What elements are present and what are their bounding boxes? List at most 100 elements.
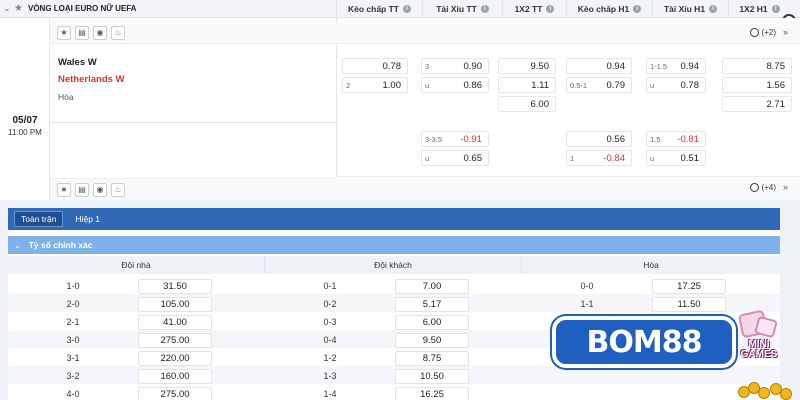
eye-icon[interactable]: ◉	[93, 25, 107, 40]
col-handicap-h1: Kèo chấp H1 i	[566, 0, 652, 18]
double-chevron-icon: »	[782, 182, 788, 192]
odds-cell[interactable]: 1-1.5 0.94	[646, 58, 706, 74]
fire-icon[interactable]: ♨	[111, 25, 125, 40]
odds-cell[interactable]: 1.56	[722, 77, 792, 93]
odds-cell[interactable]: 2.71	[722, 96, 792, 112]
collapse-chevron-icon[interactable]: ⌄	[0, 4, 14, 13]
info-icon[interactable]: i	[771, 4, 780, 13]
odds-cell[interactable]: 6.00	[498, 96, 556, 112]
odds-cell[interactable]: u 0.86	[421, 77, 489, 93]
section-header[interactable]: ⌄ Tỷ số chính xác	[8, 236, 780, 254]
mini-games-label: MINI GAMES	[740, 339, 778, 360]
info-icon[interactable]: i	[403, 4, 411, 13]
score-row: 3-0 275.00	[8, 331, 212, 349]
score-row: 0-2 5.17	[265, 295, 469, 313]
odds-cell[interactable]: u 0.78	[646, 77, 706, 93]
odds-cell[interactable]: 9.50	[498, 58, 556, 74]
score-odds-cell[interactable]: 7.00	[395, 278, 469, 294]
col-1x2-h1: 1X2 H1 i	[728, 0, 790, 18]
score-label: 2-1	[66, 317, 80, 327]
score-row: 0-1 7.00	[265, 277, 469, 295]
double-chevron-icon: »	[782, 27, 788, 37]
soccer-ball-icon	[749, 182, 759, 192]
score-odds-cell[interactable]: 6.00	[395, 314, 469, 330]
period-tabs: Toàn trận Hiệp 1	[8, 208, 780, 230]
more-markets-bottom: (+4)»	[336, 176, 800, 200]
score-label: 0-0	[580, 281, 594, 291]
col-draw-header: Hòa	[522, 256, 780, 274]
stats-icon[interactable]: ▤	[75, 25, 89, 40]
odds-cell[interactable]: 0.78	[342, 58, 408, 74]
col-1x2-ft: 1X2 TT i	[502, 0, 566, 18]
score-odds-cell[interactable]: 275.00	[138, 386, 212, 400]
tab-full-match[interactable]: Toàn trận	[14, 211, 64, 227]
score-odds-cell[interactable]: 160.00	[138, 368, 212, 384]
fire-icon[interactable]: ♨	[111, 182, 125, 197]
score-row: 0-4 9.50	[265, 331, 469, 349]
odds-cell[interactable]: 2 1.00	[342, 77, 408, 93]
score-odds-cell[interactable]: 17.25	[652, 278, 726, 294]
score-odds-cell[interactable]: 16.25	[395, 386, 469, 400]
score-row: 1-0 31.50	[8, 277, 212, 295]
star-icon[interactable]: ★	[57, 25, 71, 40]
away-team[interactable]: Netherlands W	[58, 74, 125, 85]
score-odds-cell[interactable]: 41.00	[138, 314, 212, 330]
score-row: 4-0 275.00	[8, 385, 212, 400]
odds-cell[interactable]: 1.5 -0.81	[646, 131, 706, 147]
more-markets-button[interactable]: (+2)»	[749, 27, 788, 37]
more-markets-button[interactable]: (+4)»	[749, 182, 788, 192]
score-label: 2-0	[66, 299, 80, 309]
score-label: 3-2	[66, 371, 80, 381]
info-icon[interactable]: i	[546, 4, 555, 13]
soccer-ball-icon	[749, 27, 759, 37]
score-odds-cell[interactable]: 105.00	[138, 296, 212, 312]
odds-cell[interactable]: u 0.51	[646, 150, 706, 166]
col-overunder-h1: Tài Xỉu H1 i	[652, 0, 728, 18]
odds-cell[interactable]: 0.56	[566, 131, 632, 147]
eye-icon[interactable]: ◉	[93, 182, 107, 197]
odds-cell[interactable]: 3 0.90	[421, 58, 489, 74]
bom88-logo: BOM88	[552, 316, 736, 368]
score-row: 1-1 11.50	[522, 295, 726, 313]
score-odds-cell[interactable]: 275.00	[138, 332, 212, 348]
info-icon[interactable]: i	[480, 4, 489, 13]
odds-cell[interactable]: 8.75	[722, 58, 792, 74]
draw-label: Hòa	[58, 92, 74, 102]
favorite-star-icon[interactable]: ★	[14, 3, 28, 14]
odds-cell[interactable]: 1.11	[498, 77, 556, 93]
odds-cell[interactable]: 0.94	[566, 58, 632, 74]
score-row: 1-2 8.75	[265, 349, 469, 367]
score-odds-cell[interactable]: 5.17	[395, 296, 469, 312]
odds-cell[interactable]: u 0.65	[421, 150, 489, 166]
score-row: 1-4 16.25	[265, 385, 469, 400]
league-name: VÒNG LOẠI EURO NỮ UEFA	[28, 4, 137, 13]
odds-cell[interactable]: 0.5-1 0.79	[566, 77, 632, 93]
coins-icon	[730, 378, 800, 400]
score-odds-cell[interactable]: 11.50	[652, 296, 726, 312]
score-odds-cell[interactable]: 31.50	[138, 278, 212, 294]
info-icon[interactable]: i	[633, 4, 642, 13]
teams: Wales W Netherlands W Hòa	[50, 51, 336, 123]
match-block: 05/07 11:00 PM ★ ▤ ◉ ♨ Wales W Netherlan…	[0, 18, 800, 200]
odds-cell[interactable]: 3-3.5 -0.91	[421, 131, 489, 147]
more-markets-top: (+2)»	[336, 22, 800, 44]
match-date-column: 05/07 11:00 PM	[0, 18, 50, 200]
score-odds-cell[interactable]: 9.50	[395, 332, 469, 348]
star-icon[interactable]: ★	[57, 182, 71, 197]
mini-games-badge[interactable]: MINI GAMES	[734, 309, 784, 362]
page: ⌄ ★ VÒNG LOẠI EURO NỮ UEFA Kèo chấp TT i …	[0, 0, 800, 400]
score-label: 1-2	[323, 353, 337, 363]
score-odds-cell[interactable]: 10.50	[395, 368, 469, 384]
home-team[interactable]: Wales W	[58, 57, 97, 68]
match-date: 05/07	[12, 115, 38, 126]
score-row: 2-0 105.00	[8, 295, 212, 313]
match-actions-top: ★ ▤ ◉ ♨	[50, 22, 336, 44]
odds-cell[interactable]: 1 -0.84	[566, 150, 632, 166]
stats-icon[interactable]: ▤	[75, 182, 89, 197]
info-icon[interactable]: i	[709, 4, 718, 13]
tab-first-half[interactable]: Hiệp 1	[69, 212, 106, 226]
score-row: 0-3 6.00	[265, 313, 469, 331]
score-odds-cell[interactable]: 220.00	[138, 350, 212, 366]
correct-score-panel: Toàn trận Hiệp 1 ⌄ Tỷ số chính xác Đội n…	[8, 208, 780, 400]
score-odds-cell[interactable]: 8.75	[395, 350, 469, 366]
